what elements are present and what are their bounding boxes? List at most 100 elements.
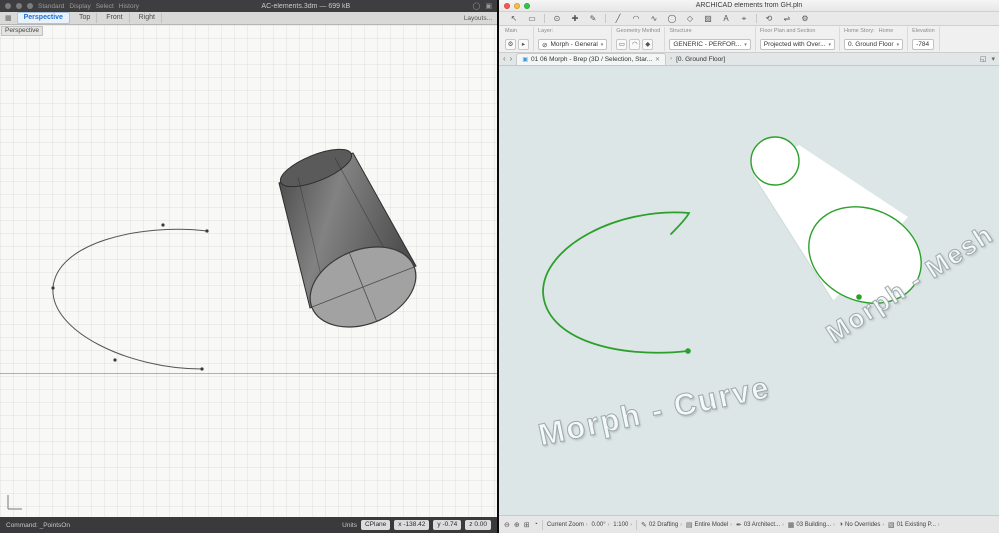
z-coordinate-field: z 0.00 <box>465 520 491 530</box>
rhino-3d-scene <box>7 142 428 510</box>
command-prompt[interactable]: Command: _PointsOn <box>6 522 70 529</box>
morph-cylinder[interactable] <box>276 142 428 342</box>
viewport-layout-icon[interactable]: ▦ <box>5 14 12 22</box>
renovation-filter-menu[interactable]: ▧ 01 Existing P... › <box>888 521 940 529</box>
panels-icon[interactable]: ▣ <box>485 2 492 10</box>
close-window-button[interactable] <box>5 3 11 9</box>
renovation-icon: ▧ <box>888 521 895 529</box>
zoom-tool-icon[interactable]: ⊙ <box>551 13 563 25</box>
zoom-in-icon[interactable]: ⊕ <box>514 521 520 529</box>
zoom-window-button[interactable] <box>524 2 530 9</box>
model-view-label: 03 Building... <box>796 521 832 528</box>
chevron-down-icon: ▾ <box>828 41 832 48</box>
chevron-right-icon: › <box>882 521 885 528</box>
zoom-out-icon[interactable]: ⊖ <box>504 521 510 529</box>
marquee-tool-icon[interactable]: ▭ <box>526 13 538 25</box>
status-fields: Units CPlane x -138.42 y -0.74 z 0.00 <box>342 520 491 530</box>
pan-tool-icon[interactable]: ✚ <box>569 13 581 25</box>
orbit-icon[interactable]: ◔ <box>534 521 538 528</box>
fit-in-window-icon[interactable]: ⊞ <box>524 521 530 529</box>
close-window-button[interactable] <box>504 2 510 9</box>
zoom-menu[interactable]: Current Zoom › <box>547 522 588 528</box>
pen-set-menu[interactable]: ✒ 03 Architect... › <box>736 521 784 529</box>
archicad-window: ARCHICAD elements from GH.pln ↖ ▭ ⊙ ✚ ✎ … <box>499 0 999 533</box>
info-more-button[interactable]: ▸ <box>518 39 529 50</box>
rhino-status-bar: Command: _PointsOn Units CPlane x -138.4… <box>0 517 497 533</box>
settings-icon[interactable]: ⚙ <box>799 13 811 25</box>
minimize-window-button[interactable] <box>514 2 520 9</box>
tab-right[interactable]: Right <box>133 13 162 23</box>
minimize-window-button[interactable] <box>16 3 22 9</box>
rotate-tool-icon[interactable]: ⟲ <box>763 13 775 25</box>
pen-set-label: 03 Architect... <box>743 521 781 528</box>
rhino-viewport[interactable]: Perspective <box>0 25 497 517</box>
statusbar-separator <box>541 519 543 530</box>
arc-tool-icon[interactable]: ◠ <box>630 13 642 25</box>
geometry-curved-icon[interactable]: ◠ <box>629 39 641 50</box>
info-section-homestory: Home Story: Home 0. Ground Floor ▾ <box>840 27 909 51</box>
layer-combination-label: 02 Drafting <box>648 521 679 528</box>
toolbar-item-select[interactable]: Select <box>96 3 114 10</box>
morph-curve-shape[interactable] <box>542 211 691 354</box>
rotation-menu[interactable]: 0.00° › <box>592 522 610 528</box>
layer-lock-icon: ⊘ <box>542 41 548 49</box>
element-settings-button[interactable]: ⚙ <box>505 39 516 50</box>
geometry-box-icon[interactable]: ▭ <box>616 39 628 50</box>
chevron-right-icon: › <box>630 521 632 528</box>
graphic-override-menu[interactable]: ◑ No Overrides › <box>839 521 884 528</box>
layer-dropdown[interactable]: ⊘ Morph - General ▾ <box>538 39 608 50</box>
tab-top[interactable]: Top <box>73 13 98 23</box>
close-tab-icon[interactable]: ✕ <box>655 56 660 63</box>
scale-menu[interactable]: 1:100 › <box>613 522 632 528</box>
control-curve[interactable] <box>52 228 208 370</box>
circle-tool-icon[interactable]: ◯ <box>666 13 678 25</box>
x-coordinate-field: x -138.42 <box>394 520 430 530</box>
override-icon: ◑ <box>838 521 844 528</box>
tab-morph-brep[interactable]: ▣ 01 06 Morph - Brep (3D / Selection, St… <box>516 53 667 65</box>
window-title: AC-elements.3dm — 699 kB <box>261 2 351 10</box>
viewport-label[interactable]: Perspective <box>1 26 43 36</box>
line-tool-icon[interactable]: ╱ <box>612 13 624 25</box>
text-tool-icon[interactable]: A <box>720 13 732 25</box>
info-section-geometry: Geometry Method ▭ ◠ ◆ <box>612 27 666 51</box>
toolbar-item-standard[interactable]: Standard <box>38 3 64 10</box>
tab-perspective[interactable]: Perspective <box>16 12 70 24</box>
breadcrumb[interactable]: [0. Ground Floor] <box>676 56 725 63</box>
elevation-input[interactable]: -784 <box>912 39 935 50</box>
polygon-tool-icon[interactable]: ◇ <box>684 13 696 25</box>
structure-label: Structure <box>669 28 692 34</box>
chevron-right-icon: › <box>680 521 682 528</box>
spline-tool-icon[interactable]: ∿ <box>648 13 660 25</box>
chevron-down-icon: ▾ <box>600 41 604 48</box>
gallery-icon[interactable]: ◯ <box>473 2 481 10</box>
archicad-canvas[interactable]: Morph - Curve Morph - Mesh <box>499 66 999 515</box>
pencil-tool-icon[interactable]: ✎ <box>587 13 599 25</box>
structure-display-menu[interactable]: ▤ Entire Model › <box>686 521 732 529</box>
floorplan-dropdown[interactable]: Projected with Over... ▾ <box>759 39 836 50</box>
home-story-dropdown[interactable]: 0. Ground Floor ▾ <box>844 39 904 50</box>
arrow-tool-icon[interactable]: ↖ <box>508 13 520 25</box>
curve-control-points[interactable] <box>51 223 209 371</box>
curve-end-point <box>685 348 691 354</box>
structure-dropdown[interactable]: GENERIC - PERFOR... ▾ <box>669 39 751 50</box>
elevation-label: Elevation <box>912 28 935 34</box>
more-icon[interactable]: ▾ <box>991 55 995 63</box>
back-icon[interactable]: ‹ <box>503 55 506 63</box>
forward-icon[interactable]: › <box>510 55 513 63</box>
geometry-solid-icon[interactable]: ◆ <box>642 39 654 50</box>
expand-icon[interactable]: ◱ <box>980 55 987 63</box>
layer-combination-menu[interactable]: ✎ 02 Drafting › <box>641 521 682 529</box>
zoom-window-button[interactable] <box>27 3 33 9</box>
units-field[interactable]: Units <box>342 522 357 529</box>
model-view-icon: ▦ <box>787 521 795 529</box>
home-story-sub: Home <box>878 28 894 34</box>
hatch-tool-icon[interactable]: ▨ <box>702 13 714 25</box>
model-view-menu[interactable]: ▦ 03 Building... › <box>788 521 835 529</box>
toolbar-item-history[interactable]: History <box>119 3 139 10</box>
dimension-tool-icon[interactable]: ⌖ <box>738 13 750 25</box>
cplane-field[interactable]: CPlane <box>360 520 391 530</box>
layouts-button[interactable]: Layouts... <box>464 15 492 22</box>
toolbar-item-display[interactable]: Display <box>69 3 90 10</box>
tab-front[interactable]: Front <box>100 13 130 23</box>
mirror-tool-icon[interactable]: ⇌ <box>781 13 793 25</box>
